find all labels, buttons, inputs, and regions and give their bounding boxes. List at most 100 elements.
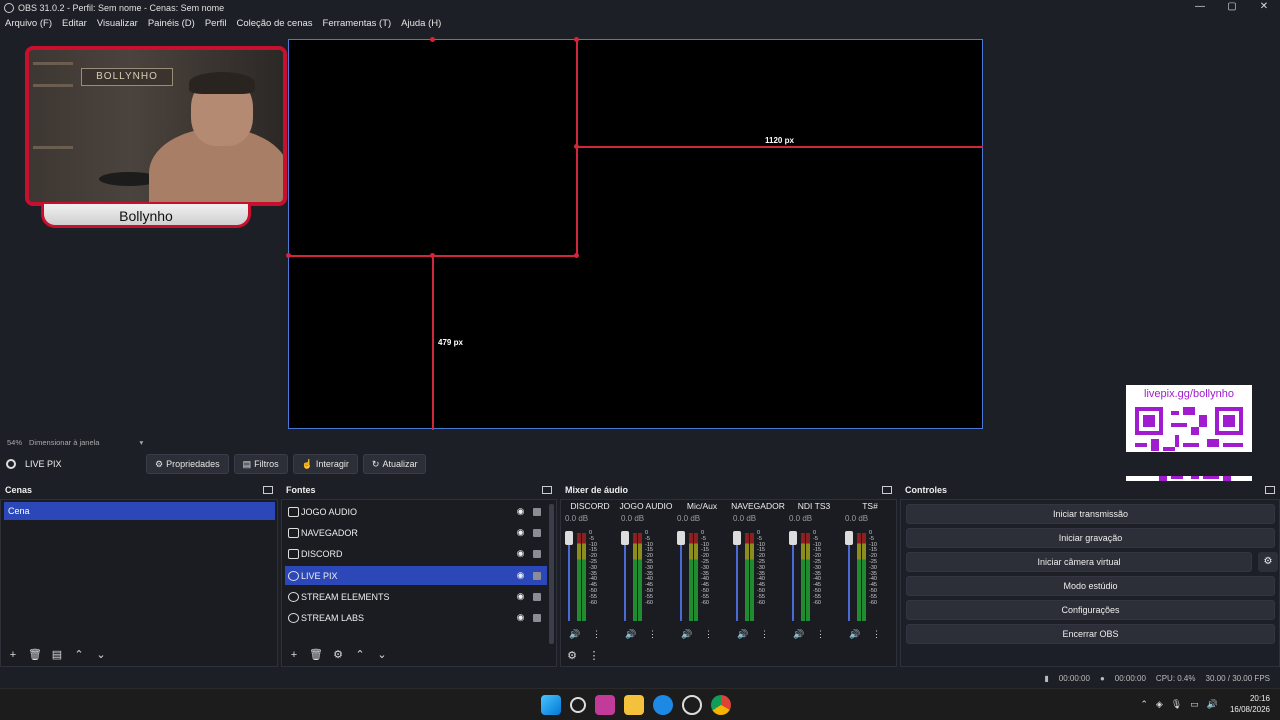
mute-icon[interactable]: 🔊 <box>849 629 860 640</box>
mute-icon[interactable]: 🔊 <box>737 629 748 640</box>
resize-handle[interactable] <box>574 253 579 258</box>
volume-slider-handle[interactable] <box>677 531 685 545</box>
more-icon[interactable]: ⋮ <box>704 629 713 640</box>
undock-icon[interactable] <box>542 486 552 494</box>
obs-app-icon[interactable] <box>682 695 702 715</box>
eye-icon[interactable]: ◉ <box>515 570 526 581</box>
browser-app-icon[interactable] <box>653 695 673 715</box>
move-up-icon[interactable]: ⌃ <box>71 648 87 662</box>
eye-icon[interactable]: ◉ <box>515 527 526 538</box>
volume-slider[interactable] <box>568 533 570 621</box>
volume-slider[interactable] <box>680 533 682 621</box>
more-icon[interactable]: ⋮ <box>816 629 825 640</box>
filter-icon[interactable]: ▤ <box>49 648 65 662</box>
volume-slider-handle[interactable] <box>733 531 741 545</box>
mute-icon[interactable]: 🔊 <box>569 629 580 640</box>
source-item[interactable]: NAVEGADOR ◉ <box>285 523 547 542</box>
gear-icon[interactable]: ⚙ <box>330 648 346 662</box>
lock-icon[interactable] <box>533 592 541 601</box>
settings-button[interactable]: Configurações <box>906 600 1275 620</box>
resize-handle[interactable] <box>430 253 435 258</box>
menu-file[interactable]: Arquivo (F) <box>5 18 52 29</box>
preview-canvas[interactable]: 1120 px 479 px <box>286 37 983 430</box>
properties-button[interactable]: ⚙ Propriedades <box>146 454 229 474</box>
lock-icon[interactable] <box>533 571 541 580</box>
volume-slider-handle[interactable] <box>789 531 797 545</box>
close-button[interactable]: ✕ <box>1248 0 1280 14</box>
chrome-icon[interactable] <box>711 695 731 715</box>
menu-tools[interactable]: Ferramentas (T) <box>323 18 392 29</box>
move-down-icon[interactable]: ⌄ <box>374 648 390 662</box>
more-icon[interactable]: ⋮ <box>872 629 881 640</box>
resize-handle[interactable] <box>430 37 435 42</box>
menu-help[interactable]: Ajuda (H) <box>401 18 441 29</box>
filters-button[interactable]: ▤ Filtros <box>233 454 288 474</box>
eye-icon[interactable]: ◉ <box>515 548 526 559</box>
menu-view[interactable]: Visualizar <box>97 18 138 29</box>
search-icon[interactable] <box>570 697 586 713</box>
more-icon[interactable]: ⋮ <box>586 649 602 663</box>
trash-icon[interactable]: 🗑 <box>27 648 43 662</box>
volume-slider-handle[interactable] <box>565 531 573 545</box>
undock-icon[interactable] <box>1265 486 1275 494</box>
trash-icon[interactable]: 🗑 <box>308 648 324 662</box>
add-icon[interactable]: + <box>5 648 21 662</box>
interact-button[interactable]: ☝ Interagir <box>292 454 358 474</box>
start-virtual-camera-button[interactable]: Iniciar câmera virtual <box>906 552 1252 572</box>
exit-button[interactable]: Encerrar OBS <box>906 624 1275 644</box>
webcam-source[interactable]: BOLLYNHO Bollynho <box>23 44 289 230</box>
volume-slider[interactable] <box>736 533 738 621</box>
mute-icon[interactable]: 🔊 <box>625 629 636 640</box>
source-item[interactable]: JOGO AUDIO ◉ <box>285 502 547 521</box>
eye-icon[interactable]: ◉ <box>515 591 526 602</box>
source-item[interactable]: STREAM ELEMENTS ◉ <box>285 587 547 606</box>
move-up-icon[interactable]: ⌃ <box>352 648 368 662</box>
source-item[interactable]: STREAM LABS ◉ <box>285 608 547 627</box>
undock-icon[interactable] <box>263 486 273 494</box>
scale-mode-dropdown[interactable]: Dimensionar à janela <box>29 438 99 447</box>
menu-scene-collection[interactable]: Coleção de cenas <box>236 18 312 29</box>
more-icon[interactable]: ⋮ <box>648 629 657 640</box>
add-icon[interactable]: + <box>286 648 302 662</box>
undock-icon[interactable] <box>882 486 892 494</box>
refresh-button[interactable]: ↻ Atualizar <box>362 454 427 474</box>
eye-icon[interactable]: ◉ <box>515 506 526 517</box>
lock-icon[interactable] <box>533 507 541 516</box>
sources-scrollbar[interactable] <box>549 504 554 644</box>
source-item[interactable]: DISCORD ◉ <box>285 544 547 563</box>
microphone-icon[interactable]: 🎙 <box>1171 699 1182 710</box>
move-down-icon[interactable]: ⌄ <box>93 648 109 662</box>
volume-slider[interactable] <box>792 533 794 621</box>
lock-icon[interactable] <box>533 549 541 558</box>
resize-handle[interactable] <box>574 37 579 42</box>
volume-slider-handle[interactable] <box>845 531 853 545</box>
maximize-button[interactable]: ▢ <box>1216 0 1248 14</box>
volume-slider-handle[interactable] <box>621 531 629 545</box>
lock-icon[interactable] <box>533 613 541 622</box>
more-icon[interactable]: ⋮ <box>760 629 769 640</box>
volume-slider[interactable] <box>848 533 850 621</box>
resize-handle[interactable] <box>286 253 291 258</box>
minimize-button[interactable]: — <box>1184 0 1216 14</box>
snipping-tool-icon[interactable] <box>595 695 615 715</box>
volume-icon[interactable]: 🔊 <box>1207 699 1218 710</box>
start-streaming-button[interactable]: Iniciar transmissão <box>906 504 1275 524</box>
eye-icon[interactable]: ◉ <box>515 612 526 623</box>
scene-item[interactable]: Cena <box>4 502 275 520</box>
chevron-up-icon[interactable]: ⌃ <box>1140 699 1148 710</box>
start-recording-button[interactable]: Iniciar gravação <box>906 528 1275 548</box>
menu-edit[interactable]: Editar <box>62 18 87 29</box>
advanced-audio-icon[interactable]: ⚙ <box>564 649 580 663</box>
clock[interactable]: 20:16 16/08/2026 <box>1230 693 1270 715</box>
virtual-camera-settings-icon[interactable]: ⚙ <box>1258 552 1278 572</box>
lock-icon[interactable] <box>533 528 541 537</box>
steam-icon[interactable]: ◈ <box>1156 699 1163 710</box>
studio-mode-button[interactable]: Modo estúdio <box>906 576 1275 596</box>
mute-icon[interactable]: 🔊 <box>681 629 692 640</box>
windows-start-icon[interactable] <box>541 695 561 715</box>
volume-slider[interactable] <box>624 533 626 621</box>
menu-profile[interactable]: Perfil <box>205 18 227 29</box>
chevron-down-icon[interactable]: ▾ <box>139 438 143 447</box>
source-item-selected[interactable]: LIVE PIX ◉ <box>285 566 547 585</box>
network-icon[interactable]: ▭ <box>1190 699 1199 710</box>
